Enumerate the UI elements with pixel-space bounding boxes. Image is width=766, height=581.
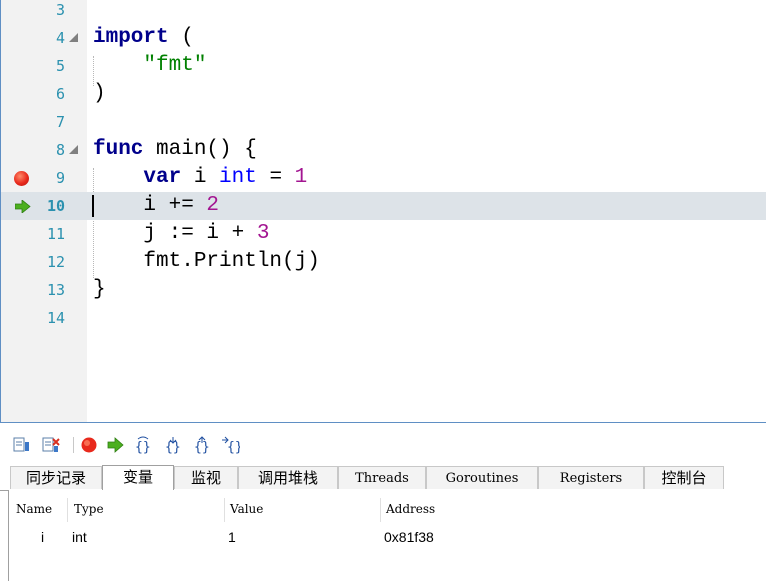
line-number: 12 xyxy=(46,253,65,271)
breakpoint-icon[interactable] xyxy=(14,171,29,186)
code-text: func main() { xyxy=(93,136,257,164)
tab-threads[interactable]: Threads xyxy=(338,466,426,489)
clear-log-icon[interactable] xyxy=(42,436,60,454)
code-line[interactable]: 7 xyxy=(1,108,766,136)
tab-label: Registers xyxy=(559,471,623,486)
code-token: "fmt" xyxy=(143,54,207,77)
continue-icon[interactable] xyxy=(107,436,125,454)
tab-sync-log[interactable]: 同步记录 xyxy=(10,466,102,489)
step-out-icon[interactable]: {} xyxy=(193,436,211,455)
code-line[interactable]: 11 j := i + 3 xyxy=(1,220,766,248)
line-number: 11 xyxy=(46,225,65,243)
code-editor[interactable]: 3 4 import (5 "fmt" 6) 7 8 func main() {9 var … xyxy=(0,0,766,423)
tab-registers[interactable]: Registers xyxy=(538,466,644,489)
code-text: ) xyxy=(93,80,106,108)
variable-type: int xyxy=(72,529,87,545)
code-line[interactable]: 14 xyxy=(1,304,766,332)
code-token: fmt.Println(j) xyxy=(93,250,320,273)
code-token: ( xyxy=(168,26,194,49)
code-line[interactable]: 6) xyxy=(1,80,766,108)
code-line[interactable]: 9 var i int = 1 xyxy=(1,164,766,192)
fold-toggle-icon[interactable] xyxy=(69,33,78,42)
code-token: 3 xyxy=(256,222,270,245)
code-token: func xyxy=(93,138,144,161)
column-header-name[interactable]: Name xyxy=(16,502,52,516)
code-token: 1 xyxy=(294,166,308,189)
code-token: int xyxy=(219,166,257,189)
code-token: } xyxy=(93,278,106,301)
tab-label: Goroutines xyxy=(445,471,519,486)
step-into-icon[interactable]: {} xyxy=(164,436,182,455)
code-token: j := i + xyxy=(93,222,257,245)
variables-table: Name Type Value Address i int 1 0x81f38 xyxy=(8,490,766,581)
code-token: main() { xyxy=(143,138,257,161)
debug-tab-bar: 同步记录 变量 监视 调用堆栈 Threads Goroutines Regis… xyxy=(0,465,766,491)
line-number: 13 xyxy=(46,281,65,299)
toolbar-separator xyxy=(73,437,74,453)
line-number: 14 xyxy=(46,309,65,327)
line-number: 5 xyxy=(55,57,65,75)
execution-pointer-icon xyxy=(15,200,31,213)
code-token: ) xyxy=(93,82,106,105)
code-text: i += 2 xyxy=(93,192,219,220)
current-line[interactable]: 10 i += 2 xyxy=(1,192,766,220)
variable-name: i xyxy=(41,529,45,545)
tab-label: 控制台 xyxy=(661,470,707,487)
svg-text:{}: {} xyxy=(135,440,151,454)
code-token: var xyxy=(143,166,182,189)
variable-value: 1 xyxy=(228,529,236,545)
step-over-icon[interactable]: {} xyxy=(134,436,152,455)
tab-watch[interactable]: 监视 xyxy=(174,466,238,489)
code-line[interactable]: 12 fmt.Println(j) xyxy=(1,248,766,276)
log-icon[interactable] xyxy=(13,436,31,454)
tab-label: 变量 xyxy=(122,469,153,486)
tab-variables[interactable]: 变量 xyxy=(102,465,174,490)
run-to-cursor-icon[interactable]: {} xyxy=(222,436,243,455)
code-token: i += xyxy=(93,194,207,217)
tab-console[interactable]: 控制台 xyxy=(644,466,724,489)
column-divider[interactable] xyxy=(67,498,68,522)
line-number: 4 xyxy=(55,29,65,47)
tab-label: 调用堆栈 xyxy=(257,470,318,487)
line-number: 6 xyxy=(55,85,65,103)
code-text: import ( xyxy=(93,24,194,52)
line-number: 8 xyxy=(55,141,65,159)
column-divider[interactable] xyxy=(224,498,225,522)
code-line[interactable]: 5 "fmt" xyxy=(1,52,766,80)
code-token: i xyxy=(181,166,220,189)
svg-text:{}: {} xyxy=(227,440,240,454)
code-text: fmt.Println(j) xyxy=(93,248,320,276)
code-line[interactable]: 13} xyxy=(1,276,766,304)
tab-label: Threads xyxy=(355,471,409,486)
code-line[interactable]: 8 func main() { xyxy=(1,136,766,164)
tab-call-stack[interactable]: 调用堆栈 xyxy=(238,466,338,489)
code-token: import xyxy=(93,26,169,49)
tab-label: 同步记录 xyxy=(25,470,86,487)
stop-icon[interactable] xyxy=(80,436,98,454)
code-token: = xyxy=(256,166,295,189)
column-header-type[interactable]: Type xyxy=(74,502,104,516)
column-divider[interactable] xyxy=(380,498,381,522)
column-header-address[interactable]: Address xyxy=(386,502,435,516)
line-number: 7 xyxy=(55,113,65,131)
code-text: "fmt" xyxy=(93,52,206,80)
code-text: var i int = 1 xyxy=(93,164,307,192)
code-text: j := i + 3 xyxy=(93,220,269,248)
code-line[interactable]: 4 import ( xyxy=(1,24,766,52)
debug-toolbar: {} {} {} {} xyxy=(0,432,766,460)
tab-label: 监视 xyxy=(190,470,221,487)
fold-toggle-icon[interactable] xyxy=(69,145,78,154)
column-header-value[interactable]: Value xyxy=(230,502,263,516)
code-token: 2 xyxy=(206,194,220,217)
code-line[interactable]: 3 xyxy=(1,0,766,24)
code-text: } xyxy=(93,276,106,304)
variable-address: 0x81f38 xyxy=(384,529,434,545)
tab-goroutines[interactable]: Goroutines xyxy=(426,466,538,489)
line-number: 3 xyxy=(55,1,65,19)
